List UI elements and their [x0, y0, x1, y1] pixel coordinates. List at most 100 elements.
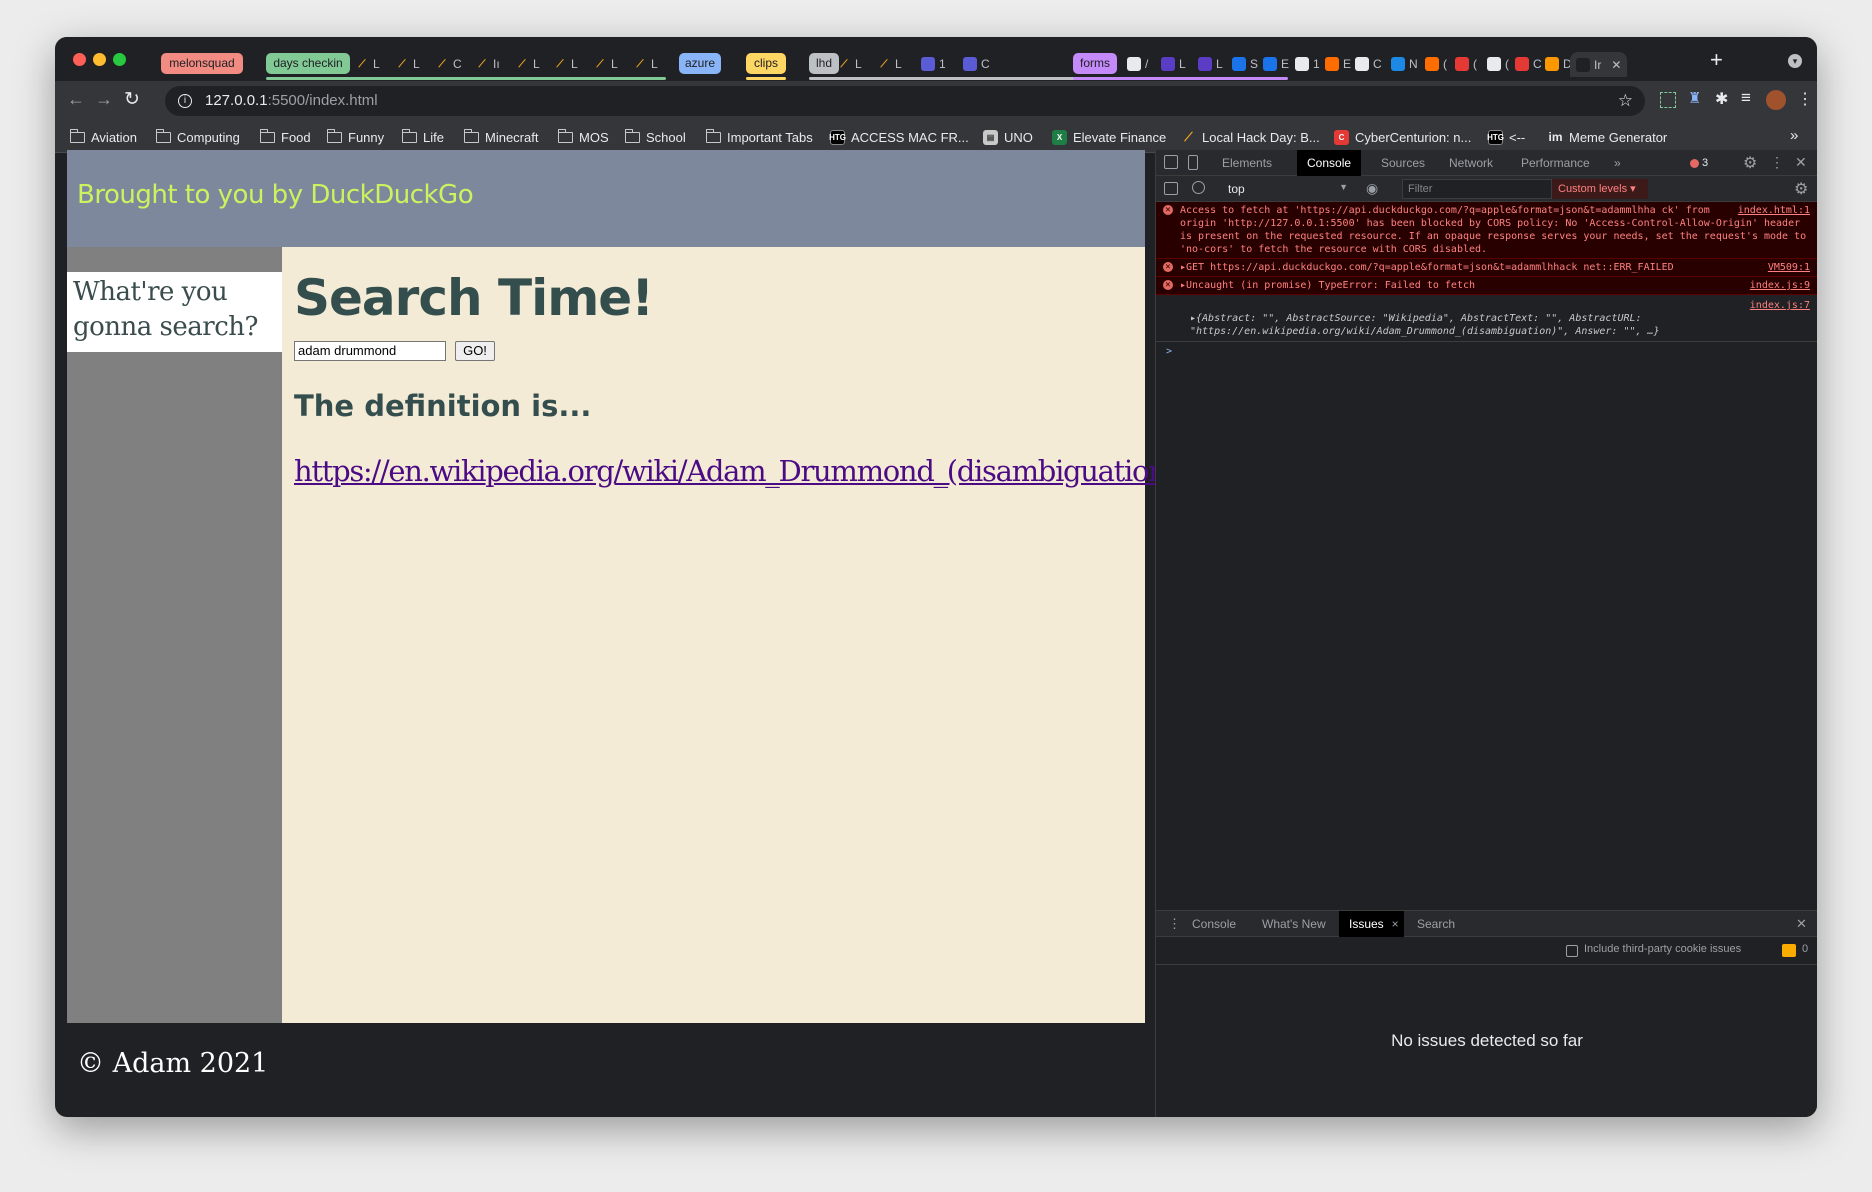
- bookmark-mos[interactable]: MOS: [558, 128, 609, 145]
- inspect-element-icon[interactable]: [1164, 155, 1178, 169]
- devtools-menu-icon[interactable]: ⋮: [1770, 154, 1784, 171]
- console-log-object[interactable]: index.js:7 ▸{Abstract: "", AbstractSource…: [1156, 295, 1817, 342]
- tab[interactable]: N: [1391, 55, 1418, 73]
- tab-active[interactable]: Ir ✕: [1570, 52, 1628, 77]
- tab[interactable]: ⟋ L: [515, 55, 540, 73]
- error-counter[interactable]: 3: [1690, 156, 1708, 171]
- tab-group-forms[interactable]: forms: [1073, 53, 1117, 74]
- bookmark-back[interactable]: HTG <--: [1487, 129, 1525, 145]
- tab[interactable]: ⟋ L: [593, 55, 618, 73]
- bookmark-elevate-finance[interactable]: X Elevate Finance: [1052, 129, 1166, 145]
- bookmark-minecraft[interactable]: Minecraft: [464, 128, 538, 145]
- console-prompt[interactable]: >: [1156, 342, 1817, 361]
- close-tab-icon[interactable]: ×: [1392, 911, 1399, 937]
- console-filter-input[interactable]: Filter: [1402, 179, 1552, 199]
- bookmark-access-mac[interactable]: HTG ACCESS MAC FR...: [829, 129, 969, 145]
- tab[interactable]: ⟋ C: [435, 55, 462, 73]
- tab[interactable]: E: [1263, 55, 1289, 73]
- go-button[interactable]: GO!: [455, 341, 495, 361]
- back-arrow-icon[interactable]: ←: [67, 89, 85, 110]
- devtools-tab-sources[interactable]: Sources: [1371, 150, 1435, 176]
- clear-console-icon[interactable]: [1192, 181, 1205, 194]
- drawer-tab-whats-new[interactable]: What's New: [1252, 911, 1336, 937]
- drawer-tab-console[interactable]: Console: [1182, 911, 1246, 937]
- tab[interactable]: ⟋ L: [877, 55, 902, 73]
- tab-group-lhd[interactable]: lhd: [809, 53, 839, 74]
- tab[interactable]: C: [1355, 55, 1382, 73]
- close-drawer-icon[interactable]: ✕: [1796, 916, 1807, 932]
- bookmark-important-tabs[interactable]: Important Tabs: [706, 128, 813, 145]
- tab-group-days-checkin[interactable]: days checkin: [266, 53, 350, 74]
- console-settings-gear-icon[interactable]: ⚙: [1794, 179, 1808, 199]
- bookmark-aviation[interactable]: Aviation: [70, 128, 137, 145]
- log-source-link[interactable]: index.html:1: [1738, 204, 1810, 217]
- devtools-tab-elements[interactable]: Elements: [1212, 150, 1282, 176]
- more-tabs-icon[interactable]: »: [1604, 150, 1631, 176]
- tab[interactable]: S: [1232, 55, 1258, 73]
- forward-arrow-icon[interactable]: →: [95, 89, 113, 110]
- kebab-menu-icon[interactable]: ⋮: [1797, 89, 1813, 109]
- bookmark-school[interactable]: School: [625, 128, 686, 145]
- extensions-puzzle-icon[interactable]: ✱: [1715, 89, 1728, 109]
- bookmark-computing[interactable]: Computing: [156, 128, 240, 145]
- result-link[interactable]: https://en.wikipedia.org/wiki/Adam_Drumm…: [294, 454, 1177, 488]
- zoom-window-button[interactable]: [113, 53, 126, 66]
- address-bar[interactable]: i 127.0.0.1:5500/index.html ☆: [165, 86, 1645, 116]
- tab[interactable]: ⟋ L: [395, 55, 420, 73]
- drawer-menu-icon[interactable]: ⋮: [1168, 916, 1181, 932]
- tab[interactable]: ⟋ L: [633, 55, 658, 73]
- tab[interactable]: ⟋ Iı: [475, 55, 500, 73]
- tab[interactable]: C: [1515, 55, 1542, 73]
- reload-icon[interactable]: ↻: [124, 88, 140, 111]
- bookmark-cybercenturion[interactable]: C CyberCenturion: n...: [1334, 129, 1471, 145]
- new-tab-button[interactable]: +: [1710, 47, 1723, 73]
- drawer-tab-search[interactable]: Search: [1407, 911, 1465, 937]
- bookmark-funny[interactable]: Funny: [327, 128, 384, 145]
- devtools-tab-network[interactable]: Network: [1439, 150, 1503, 176]
- bookmark-star-icon[interactable]: ☆: [1618, 86, 1633, 116]
- bookmark-local-hack-day[interactable]: ⟋ Local Hack Day: B...: [1181, 129, 1319, 145]
- drawer-tab-issues[interactable]: Issues ×: [1339, 911, 1404, 937]
- live-expression-eye-icon[interactable]: ◉: [1366, 180, 1378, 197]
- close-devtools-icon[interactable]: ✕: [1795, 154, 1807, 171]
- tab[interactable]: (: [1487, 55, 1509, 73]
- tab[interactable]: L: [1198, 55, 1223, 73]
- site-info-icon[interactable]: i: [178, 94, 192, 108]
- more-bookmarks-icon[interactable]: »: [1790, 127, 1798, 144]
- close-window-button[interactable]: [73, 53, 86, 66]
- tab[interactable]: (: [1425, 55, 1447, 73]
- bookmark-uno[interactable]: ▤ UNO: [983, 129, 1033, 145]
- log-levels-dropdown[interactable]: Custom levels ▾: [1552, 179, 1648, 199]
- bookmark-meme-generator[interactable]: im Meme Generator: [1548, 129, 1667, 145]
- device-toolbar-icon[interactable]: [1188, 155, 1198, 170]
- tab[interactable]: 1: [1295, 55, 1320, 73]
- tab[interactable]: L: [1161, 55, 1186, 73]
- search-input[interactable]: adam drummond: [294, 341, 446, 361]
- tab[interactable]: 1: [921, 55, 946, 73]
- log-source-link[interactable]: index.js:9: [1750, 279, 1810, 292]
- sidebar-toggle-icon[interactable]: [1164, 182, 1178, 195]
- log-source-link[interactable]: VM509:1: [1768, 261, 1810, 274]
- bookmark-food[interactable]: Food: [260, 128, 311, 145]
- tab-group-melonsquad[interactable]: melonsquad: [161, 53, 243, 74]
- tab[interactable]: C: [963, 55, 990, 73]
- reading-list-icon[interactable]: ≡: [1741, 88, 1751, 108]
- tab[interactable]: /: [1127, 55, 1148, 73]
- profile-avatar[interactable]: [1766, 90, 1786, 110]
- tab[interactable]: ⟋ L: [355, 55, 380, 73]
- close-tab-icon[interactable]: ✕: [1611, 58, 1621, 72]
- screenshot-extension-icon[interactable]: [1660, 92, 1676, 108]
- tab[interactable]: ⟋ L: [837, 55, 862, 73]
- tab[interactable]: ⟋ L: [553, 55, 578, 73]
- tab[interactable]: D: [1545, 55, 1572, 73]
- tab-group-azure[interactable]: azure: [679, 53, 721, 74]
- extension-icon[interactable]: ♜: [1688, 89, 1701, 107]
- tab[interactable]: (: [1455, 55, 1477, 73]
- minimize-window-button[interactable]: [93, 53, 106, 66]
- bookmark-life[interactable]: Life: [402, 128, 444, 145]
- tab-search-icon[interactable]: ▾: [1788, 54, 1802, 68]
- settings-gear-icon[interactable]: ⚙: [1743, 153, 1757, 173]
- devtools-tab-performance[interactable]: Performance: [1511, 150, 1600, 176]
- third-party-checkbox[interactable]: [1566, 945, 1578, 957]
- tab[interactable]: E: [1325, 55, 1351, 73]
